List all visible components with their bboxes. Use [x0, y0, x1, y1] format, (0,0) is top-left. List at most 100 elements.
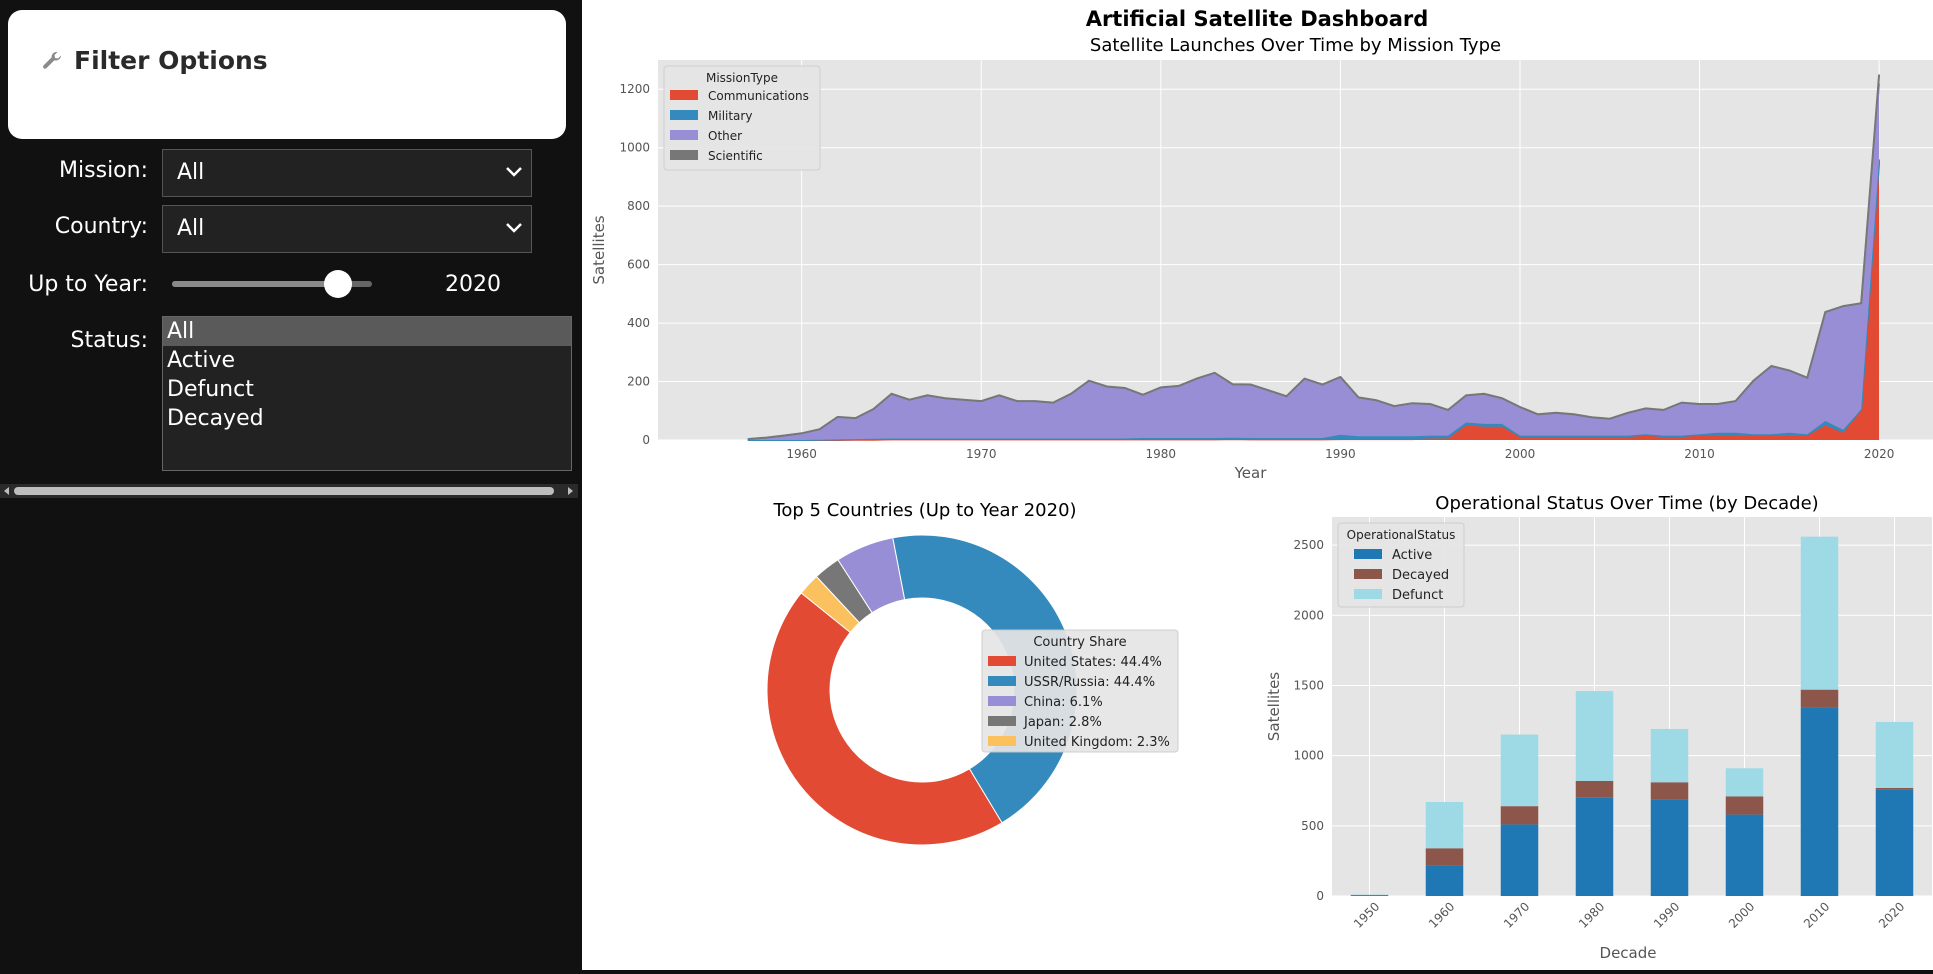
mission-value: All	[177, 160, 204, 185]
bar-defunct-2010	[1801, 537, 1839, 690]
status-option-defunct[interactable]: Defunct	[163, 375, 571, 404]
bar-legend-label: Defunct	[1392, 588, 1443, 603]
donut-legend-label: Japan: 2.8%	[1023, 715, 1102, 730]
area-legend-swatch	[670, 110, 698, 120]
area-xtick-label: 2010	[1684, 447, 1715, 461]
bar-defunct-1980	[1576, 691, 1614, 781]
donut-legend-swatch	[988, 696, 1016, 706]
area-legend-swatch	[670, 90, 698, 100]
bar-legend-swatch	[1354, 549, 1382, 559]
donut-legend-label: United States: 44.4%	[1024, 655, 1162, 670]
bar-ytick-label: 2500	[1293, 538, 1324, 552]
bar-defunct-1990	[1651, 729, 1689, 782]
donut-chart-title: Top 5 Countries (Up to Year 2020)	[772, 500, 1076, 521]
scroll-right-icon[interactable]	[566, 484, 576, 498]
bar-legend-label: Decayed	[1392, 568, 1449, 583]
horizontal-scrollbar[interactable]	[0, 484, 578, 498]
country-donut-chart: Top 5 Countries (Up to Year 2020) Country…	[767, 500, 1178, 845]
bar-ytick-label: 500	[1301, 819, 1324, 833]
area-legend-swatch	[670, 130, 698, 140]
bar-active-2000	[1726, 815, 1764, 896]
area-ytick-label: 200	[627, 375, 650, 389]
bar-active-2020	[1876, 789, 1914, 896]
year-value: 2020	[445, 272, 501, 297]
donut-legend-swatch	[988, 656, 1016, 666]
wrench-icon	[40, 49, 64, 73]
area-legend-label: Communications	[708, 89, 809, 103]
bar-xtick-label: 1980	[1576, 899, 1607, 930]
bar-xtick-label: 2000	[1726, 899, 1757, 930]
bar-legend-title: OperationalStatus	[1347, 528, 1456, 542]
area-ytick-label: 1000	[619, 141, 650, 155]
area-ytick-label: 400	[627, 316, 650, 330]
area-xtick-label: 1990	[1325, 447, 1356, 461]
bar-ytick-label: 1000	[1293, 749, 1324, 763]
filter-options-card: Filter Options	[8, 10, 566, 139]
chevron-down-icon	[505, 166, 523, 178]
bar-decayed-2010	[1801, 690, 1839, 708]
year-slider[interactable]	[172, 281, 372, 287]
donut-legend-swatch	[988, 676, 1016, 686]
country-dropdown[interactable]: All	[162, 205, 532, 253]
area-ytick-label: 1200	[619, 82, 650, 96]
area-chart-title: Satellite Launches Over Time by Mission …	[1090, 35, 1501, 56]
country-label: Country:	[8, 214, 148, 239]
area-legend-title: MissionType	[706, 71, 778, 85]
filter-options-title: Filter Options	[40, 46, 268, 75]
donut-legend-label: United Kingdom: 2.3%	[1024, 735, 1170, 750]
chevron-down-icon	[505, 222, 523, 234]
bar-defunct-1960	[1426, 802, 1464, 848]
bar-chart-title: Operational Status Over Time (by Decade)	[1435, 493, 1818, 514]
bar-decayed-1960	[1426, 848, 1464, 865]
status-option-active[interactable]: Active	[163, 346, 571, 375]
country-value: All	[177, 216, 204, 241]
bar-xtick-label: 1950	[1351, 899, 1382, 930]
area-ytick-label: 800	[627, 199, 650, 213]
bar-xtick-label: 1970	[1501, 899, 1532, 930]
bar-xlabel: Decade	[1600, 944, 1657, 962]
bar-ytick-label: 2000	[1293, 608, 1324, 622]
bar-legend-label: Active	[1392, 548, 1432, 563]
bar-xtick-label: 2020	[1876, 899, 1907, 930]
area-xlabel: Year	[1234, 464, 1268, 482]
area-xtick-label: 1980	[1146, 447, 1177, 461]
mission-dropdown[interactable]: All	[162, 149, 532, 197]
donut-legend-title: Country Share	[1033, 635, 1126, 650]
area-ytick-label: 600	[627, 258, 650, 272]
year-slider-thumb[interactable]	[324, 270, 352, 298]
bar-decayed-1980	[1576, 781, 1614, 798]
bar-defunct-2020	[1876, 722, 1914, 788]
bar-defunct-1970	[1501, 735, 1539, 807]
bar-ytick-label: 1500	[1293, 678, 1324, 692]
area-legend-label: Military	[708, 109, 752, 123]
area-legend-label: Other	[708, 129, 742, 143]
bar-legend-swatch	[1354, 589, 1382, 599]
bar-decayed-1970	[1501, 806, 1539, 824]
bar-decayed-2020	[1876, 788, 1914, 789]
status-listbox[interactable]: AllActiveDefunctDecayed	[162, 316, 572, 471]
area-ylabel: Satellites	[590, 215, 608, 284]
mission-area-chart: 1960197019801990200020102020020040060080…	[590, 35, 1933, 482]
status-label: Status:	[8, 328, 148, 353]
area-xtick-label: 2000	[1505, 447, 1536, 461]
donut-legend-swatch	[988, 716, 1016, 726]
area-ytick-label: 0	[642, 433, 650, 447]
area-xtick-label: 1960	[786, 447, 817, 461]
bar-decayed-2000	[1726, 796, 1764, 814]
donut-legend-label: China: 6.1%	[1024, 695, 1103, 710]
bar-active-2010	[1801, 708, 1839, 896]
status-option-all[interactable]: All	[163, 317, 571, 346]
bar-active-1980	[1576, 798, 1614, 896]
status-option-decayed[interactable]: Decayed	[163, 404, 571, 433]
scrollbar-thumb[interactable]	[14, 487, 554, 495]
dashboard-panel: Artificial Satellite Dashboard 196019701…	[582, 0, 1933, 970]
bar-active-1970	[1501, 824, 1539, 896]
scroll-left-icon[interactable]	[1, 484, 11, 498]
filter-options-label: Filter Options	[74, 46, 268, 75]
bar-legend-swatch	[1354, 569, 1382, 579]
area-legend-swatch	[670, 150, 698, 160]
bar-xtick-label: 2010	[1801, 899, 1832, 930]
bar-ylabel: Satellites	[1265, 672, 1283, 741]
year-slider-fill	[172, 281, 338, 287]
bar-decayed-1990	[1651, 782, 1689, 799]
